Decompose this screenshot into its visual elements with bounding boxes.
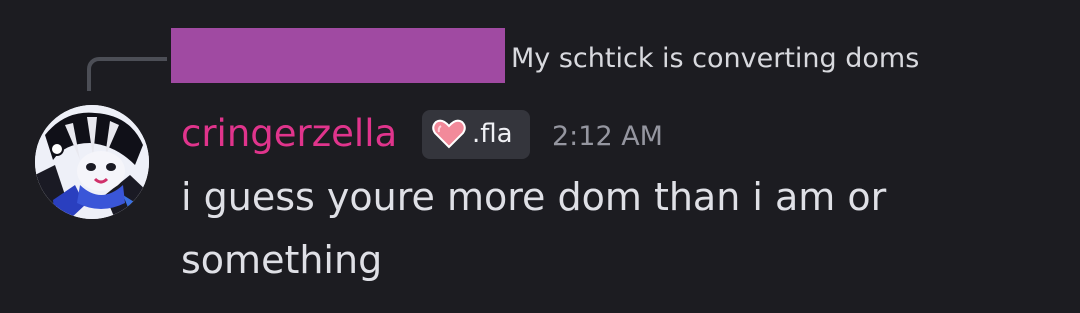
redacted-reply-author[interactable] bbox=[171, 28, 505, 83]
message-content: i guess youre more dom than i am or some… bbox=[181, 166, 886, 292]
username[interactable]: cringerzella bbox=[181, 110, 397, 158]
message-line: something bbox=[181, 238, 383, 282]
message-timestamp[interactable]: 2:12 AM bbox=[552, 119, 663, 155]
avatar-image bbox=[35, 105, 149, 219]
reply-preview-text[interactable]: My schtick is converting doms bbox=[511, 41, 919, 77]
avatar[interactable] bbox=[35, 105, 149, 219]
reply-connector bbox=[87, 57, 167, 91]
heart-icon bbox=[432, 119, 466, 149]
server-tag-label: .fla bbox=[472, 119, 513, 149]
server-tag-badge[interactable]: .fla bbox=[422, 110, 530, 159]
message-line: i guess youre more dom than i am or bbox=[181, 175, 887, 219]
